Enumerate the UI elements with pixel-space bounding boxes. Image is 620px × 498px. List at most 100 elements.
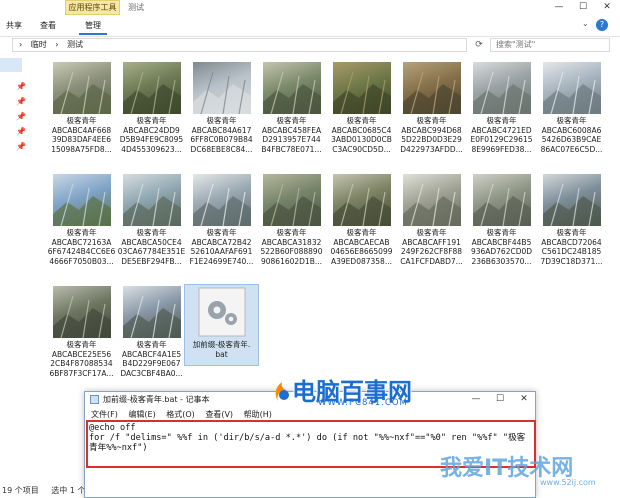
file-name-line: ABCABC6008A6 (541, 125, 602, 135)
file-name: 极客青年 ABCABC458FEA D2913957E744 B4FBC78E071.… (254, 116, 329, 154)
image-file-tile[interactable]: 极客青年 ABCABCA31832 522B60F088890 90861602D1B… (254, 174, 329, 274)
image-file-tile[interactable]: 极客青年 ABCABC24DD9 D5B94FE9C8095 4D455309623.… (114, 62, 189, 162)
breadcrumb-test[interactable]: 测试 (67, 40, 83, 49)
pin-icon[interactable]: 📌 (16, 97, 26, 107)
file-name-line: B4D229F9E067 (122, 359, 181, 368)
notepad-minimize-button[interactable]: — (465, 392, 487, 406)
file-name-line: DE5EBF294FB... (121, 256, 182, 266)
file-name: 极客青年 ABCABCE25E56 2CB4F87088534 6BF87F3CF17… (44, 340, 119, 378)
context-tab-app-tools[interactable]: 应用程序工具 (65, 0, 120, 15)
maximize-button[interactable]: ☐ (572, 0, 594, 15)
minimize-button[interactable]: — (548, 0, 570, 15)
menu-edit[interactable]: 编辑(E) (128, 410, 155, 419)
tab-manage[interactable]: 管理 (79, 18, 107, 35)
breadcrumb-separator-icon: › (19, 40, 23, 49)
file-name-line: ABCABC24DD9 (123, 125, 180, 135)
image-file-tile[interactable]: 极客青年 ABCABCE25E56 2CB4F87088534 6BF87F3CF17… (44, 286, 119, 386)
tab-share[interactable]: 共享 (0, 18, 28, 33)
ribbon-expand-icon[interactable]: ⌄ (582, 19, 589, 28)
photo-thumbnail (122, 62, 181, 114)
file-name-line: 极客青年 (276, 116, 307, 125)
close-button[interactable]: ✕ (596, 0, 618, 15)
gear-icon (193, 286, 251, 338)
image-file-tile[interactable]: 极客青年 ABCABC4721ED E0F0129C29615 8E9969FED38… (464, 62, 539, 162)
tab-view[interactable]: 查看 (34, 18, 62, 33)
image-file-tile[interactable]: 极客青年 ABCABC4AF668 39D83DAF4EE6 15098A75FD8.… (44, 62, 119, 162)
image-file-tile[interactable]: 极客青年 ABCABC458FEA D2913957E744 B4FBC78E071.… (254, 62, 329, 162)
photo-thumbnail (262, 174, 321, 226)
item-count: 19 个项目 (2, 486, 39, 495)
photo-thumbnail (192, 174, 251, 226)
photo-thumbnail (402, 62, 461, 114)
file-name: 极客青年 ABCABCBF44B5 936AD762CD0D 236B6303570.… (464, 228, 539, 266)
file-name-line: 2CB4F87088534 (50, 359, 113, 368)
file-name-line: 极客青年 (136, 228, 167, 237)
address-bar[interactable]: › 临时 › 测试 (12, 38, 467, 52)
file-name-line: F1E24699E740... (189, 256, 254, 266)
image-file-tile[interactable]: 极客青年 ABCABC72163A 6F67424B4CC6E6 4666F7050B… (44, 174, 119, 274)
file-name: 极客青年 ABCABC4721ED E0F0129C29615 8E9969FED38… (464, 116, 539, 154)
notepad-close-button[interactable]: ✕ (513, 392, 535, 406)
photo-thumbnail (332, 174, 391, 226)
image-file-tile[interactable]: 极客青年 ABCABCD72064 C561DC24B185 7D39C18D371.… (534, 174, 609, 274)
menu-help[interactable]: 帮助(H) (244, 410, 272, 419)
bat-file-tile[interactable]: 加前缀-极客青年. bat (184, 284, 259, 386)
image-file-tile[interactable]: 极客青年 ABCABC0685C4 3ABD0130D0CB C3AC90CD5D..… (324, 62, 399, 162)
file-name-line: 极客青年 (206, 116, 237, 125)
file-name-line: D5B94FE9C8095 (119, 135, 184, 144)
file-name-line: ABCABC4AF668 (51, 125, 112, 135)
file-name-line: ABCABCAFF191 (402, 237, 461, 247)
file-name: 极客青年 ABCABC84A617 6FF8C0B079B84 DC68EBE8C84… (184, 116, 259, 154)
image-file-tile[interactable]: 极客青年 ABCABCF4A1E5 B4D229F9E067 DAC3CBF4BA0.… (114, 286, 189, 386)
file-name: 极客青年 ABCABCD72064 C561DC24B185 7D39C18D371.… (534, 228, 609, 266)
breadcrumb-separator-icon: › (55, 40, 59, 49)
menu-format[interactable]: 格式(O) (166, 410, 195, 419)
help-icon[interactable]: ? (596, 19, 608, 31)
pin-icon[interactable]: 📌 (16, 112, 26, 122)
file-name: 加前缀-极客青年. bat (184, 340, 259, 359)
file-name-line: ABCABC72163A (51, 237, 112, 247)
file-name-line: ABCABCE25E56 (51, 349, 112, 359)
file-name-line: ABCABCA50CE4 (121, 237, 182, 247)
image-file-tile[interactable]: 极客青年 ABCABCAECAB 04656E8665099 A39ED087358.… (324, 174, 399, 274)
image-file-tile[interactable]: 极客青年 ABCABCBF44B5 936AD762CD0D 236B6303570.… (464, 174, 539, 274)
image-file-tile[interactable]: 极客青年 ABCABCA50CE4 03CA67784E351E DE5EBF294F… (114, 174, 189, 274)
notepad-maximize-button[interactable]: ☐ (489, 392, 511, 406)
image-file-tile[interactable]: 极客青年 ABCABCAFF191 249F262CF8F88 CA1FCFDABD7… (394, 174, 469, 274)
file-name-line: 加前缀-极客青年. (192, 340, 251, 349)
file-name-line: 52610AAFAF691 (190, 247, 253, 256)
nav-selected-item[interactable] (0, 58, 22, 72)
refresh-icon[interactable]: ⟳ (470, 38, 488, 52)
image-file-tile[interactable]: 极客青年 ABCABCA72B42 52610AAFAF691 F1E24699E74… (184, 174, 259, 274)
file-name-line: 86AC07E6C5D... (540, 144, 603, 154)
search-input[interactable]: 搜索"测试" (490, 38, 610, 52)
image-file-tile[interactable]: 极客青年 ABCABC6008A6 5426D63B9CAE 86AC07E6C5D.… (534, 62, 609, 162)
photo-thumbnail (52, 174, 111, 226)
file-name: 极客青年 ABCABC994D68 5D22BD0D3E29 D422973AFDD.… (394, 116, 469, 154)
watermark-url: WWW.PC841.COM (318, 398, 408, 408)
file-name-line: 3ABD0130D0CB (331, 135, 392, 144)
watermark-url-2: www.52ij.com (540, 478, 596, 487)
image-file-tile[interactable]: 极客青年 ABCABC994D68 5D22BD0D3E29 D422973AFDD.… (394, 62, 469, 162)
file-name-line: 极客青年 (486, 228, 517, 237)
menu-view[interactable]: 查看(V) (205, 410, 233, 419)
file-name-line: 极客青年 (416, 228, 447, 237)
notepad-title: 加前缀-极客青年.bat - 记事本 (103, 395, 210, 404)
photo-thumbnail (122, 286, 181, 338)
menu-file[interactable]: 文件(F) (91, 410, 118, 419)
file-name-line: ABCABC84A617 (191, 125, 252, 135)
file-name-line: 7D39C18D371... (540, 256, 603, 266)
pin-icon[interactable]: 📌 (16, 127, 26, 137)
file-name-line: 极客青年 (346, 116, 377, 125)
file-name-line: B4FBC78E071... (261, 144, 322, 154)
pin-icon[interactable]: 📌 (16, 142, 26, 152)
photo-thumbnail (332, 62, 391, 114)
image-file-tile[interactable]: 极客青年 ABCABC84A617 6FF8C0B079B84 DC68EBE8C84… (184, 62, 259, 162)
file-name-line: 极客青年 (136, 340, 167, 349)
breadcrumb-temp[interactable]: 临时 (31, 40, 47, 49)
brand-logo-icon (275, 382, 289, 401)
file-name-line: 极客青年 (276, 228, 307, 237)
photo-thumbnail (472, 174, 531, 226)
pin-icon[interactable]: 📌 (16, 82, 26, 92)
file-name-line: A39ED087358... (331, 256, 392, 266)
